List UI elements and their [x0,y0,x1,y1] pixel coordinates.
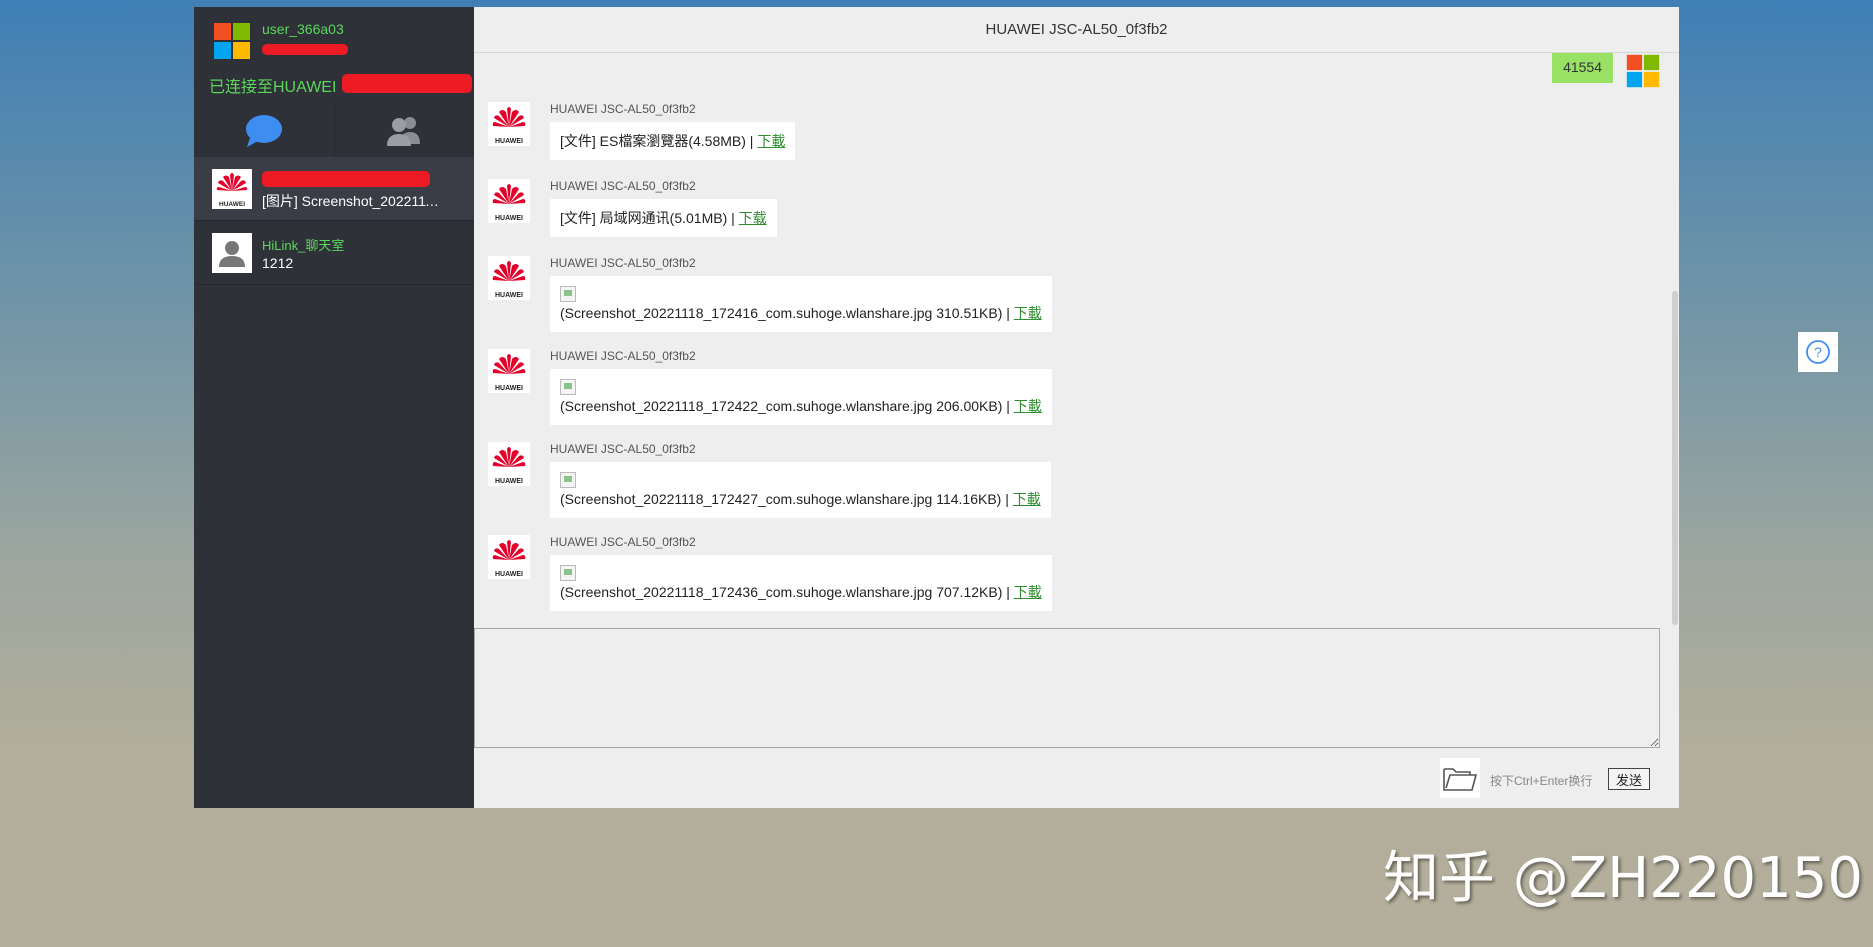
message-row: HUAWEI HUAWEI JSC-AL50_0f3fb2 [文件] 局域网通讯… [488,179,777,237]
huawei-logo-icon: HUAWEI [488,442,530,486]
connection-status: 已连接至HUAWEI [209,79,337,96]
session-name: HiLink_聊天室 [262,238,345,253]
send-file-button[interactable] [1440,758,1480,798]
huawei-logo-icon: HUAWEI [488,256,530,300]
svg-text:HUAWEI: HUAWEI [495,571,523,578]
send-button[interactable]: 发送 [1608,768,1650,790]
broken-image-icon[interactable] [560,472,576,488]
message-bubble: [文件] 局域网通讯(5.01MB) | 下载 [550,199,777,237]
tab-contacts[interactable] [333,101,475,161]
scrollbar-thumb[interactable] [1672,291,1678,625]
file-message-text: [文件] 局域网通讯(5.01MB) | [560,210,739,226]
session-list: HUAWEI [图片] Screenshot_20221118_172436_c… [194,157,474,285]
message-row: HUAWEI HUAWEI JSC-AL50_0f3fb2 (Screensho… [488,349,1052,425]
user-name: user_366a03 [262,21,344,37]
folder-icon [1443,768,1478,791]
huawei-logo-icon: HUAWEI [488,102,530,146]
message-row: HUAWEI HUAWEI JSC-AL50_0f3fb2 (Screensho… [488,256,1052,332]
session-last-message: 1212 [262,255,294,271]
message-bubble: [文件] ES檔案瀏覽器(4.58MB) | 下載 [550,122,796,160]
image-message-text: (Screenshot_20221118_172436_com.suhoge.w… [560,584,1014,600]
sidebar-tabs [194,101,474,161]
broken-image-icon[interactable] [560,565,576,581]
message-input[interactable] [474,628,1660,748]
message-bubble: (Screenshot_20221118_172436_com.suhoge.w… [550,555,1052,611]
session-last-message: [图片] Screenshot_20221118_172436_com.suho… [262,193,444,209]
svg-text:HUAWEI: HUAWEI [219,201,245,208]
huawei-logo-icon: HUAWEI [488,349,530,393]
sidebar: user_366a03 已连接至HUAWEI HUAWEI [图片] Scree… [194,7,474,808]
self-message: 41554 [1552,53,1661,89]
tab-chats[interactable] [194,101,334,161]
huawei-logo-icon: HUAWEI [488,179,530,223]
message-bubble: (Screenshot_20221118_172422_com.suhoge.w… [550,369,1052,425]
session-item[interactable]: HUAWEI [图片] Screenshot_20221118_172436_c… [194,157,474,221]
message-bubble: (Screenshot_20221118_172416_com.suhoge.w… [550,276,1052,332]
watermark-text: 知乎 @ZH220150 [1383,846,1864,911]
message-row: HUAWEI HUAWEI JSC-AL50_0f3fb2 (Screensho… [488,535,1052,611]
image-message-text: (Screenshot_20221118_172427_com.suhoge.w… [560,491,1013,507]
redaction-mark [262,171,430,187]
message-row: HUAWEI HUAWEI JSC-AL50_0f3fb2 [文件] ES檔案瀏… [488,102,796,160]
self-message-bubble: 41554 [1552,53,1613,83]
svg-text:HUAWEI: HUAWEI [495,215,523,222]
download-link[interactable]: 下載 [757,133,785,149]
download-link[interactable]: 下载 [739,210,767,226]
user-profile: user_366a03 已连接至HUAWEI [194,7,474,161]
message-row: HUAWEI HUAWEI JSC-AL50_0f3fb2 (Screensho… [488,442,1051,518]
redaction-mark [262,44,348,55]
message-sender: HUAWEI JSC-AL50_0f3fb2 [550,442,696,456]
redaction-mark [342,74,472,93]
download-link[interactable]: 下載 [1014,398,1042,414]
image-message-text: (Screenshot_20221118_172416_com.suhoge.w… [560,305,1014,321]
download-link[interactable]: 下載 [1014,584,1042,600]
svg-text:HUAWEI: HUAWEI [495,478,523,485]
huawei-logo-icon: HUAWEI [212,169,252,209]
newline-hint: 按下Ctrl+Enter换行 [1490,774,1593,788]
windows-logo-icon [214,23,250,59]
help-button[interactable]: ? [1798,332,1838,372]
chat-app-window: user_366a03 已连接至HUAWEI HUAWEI [图片] Scree… [194,7,1679,808]
svg-text:?: ? [1814,344,1822,360]
message-sender: HUAWEI JSC-AL50_0f3fb2 [550,535,696,549]
file-message-text: [文件] ES檔案瀏覽器(4.58MB) | [560,133,758,149]
question-mark-icon: ? [1806,340,1830,364]
message-sender: HUAWEI JSC-AL50_0f3fb2 [550,349,696,363]
message-bubble: (Screenshot_20221118_172427_com.suhoge.w… [550,462,1051,518]
svg-text:HUAWEI: HUAWEI [495,385,523,392]
svg-text:HUAWEI: HUAWEI [495,138,523,145]
image-message-text: (Screenshot_20221118_172422_com.suhoge.w… [560,398,1014,414]
svg-text:HUAWEI: HUAWEI [495,292,523,299]
huawei-logo-icon: HUAWEI [488,535,530,579]
message-sender: HUAWEI JSC-AL50_0f3fb2 [550,256,696,270]
message-list[interactable]: 41554 HUAWEI HUAWEI JSC-AL50_0f3fb2 [文件]… [474,53,1679,628]
session-item[interactable]: HiLink_聊天室 1212 [194,221,474,285]
chat-title: HUAWEI JSC-AL50_0f3fb2 [474,7,1679,53]
message-sender: HUAWEI JSC-AL50_0f3fb2 [550,179,696,193]
chat-bubble-icon [245,115,282,147]
chat-panel: HUAWEI JSC-AL50_0f3fb2 41554 HUAWEI HUAW… [474,7,1679,808]
download-link[interactable]: 下載 [1014,305,1042,321]
composer-footer: 按下Ctrl+Enter换行 发送 [474,748,1679,808]
message-sender: HUAWEI JSC-AL50_0f3fb2 [550,102,696,116]
broken-image-icon[interactable] [560,379,576,395]
download-link[interactable]: 下載 [1013,491,1041,507]
contacts-icon [387,117,421,146]
person-avatar-icon [212,233,252,273]
windows-logo-icon [1626,54,1660,88]
broken-image-icon[interactable] [560,286,576,302]
message-scrollbar[interactable] [1671,53,1679,628]
